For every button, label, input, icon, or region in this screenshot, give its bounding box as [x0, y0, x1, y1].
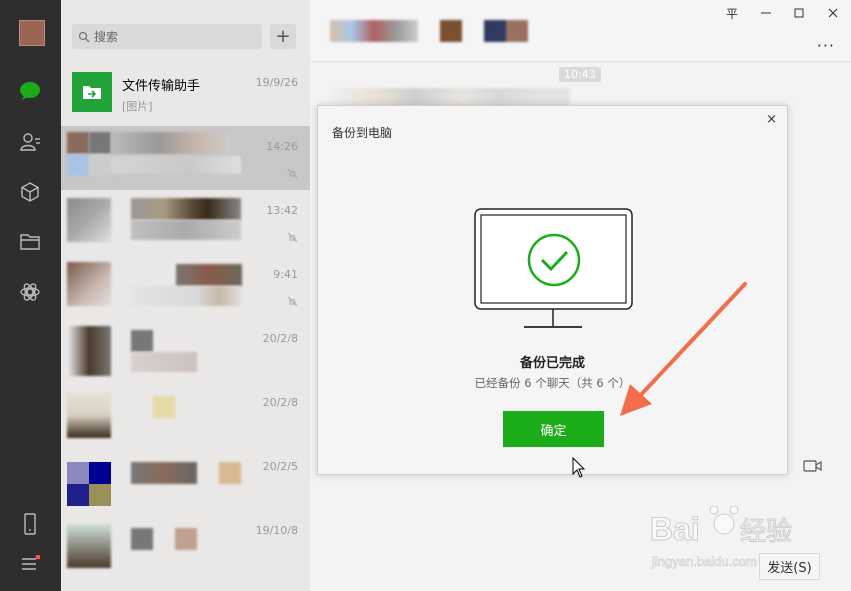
chat-time: 9:41 — [273, 268, 298, 281]
miniprogram-icon[interactable] — [18, 280, 42, 304]
minimize-icon — [761, 12, 771, 14]
chat-preview: [图片] — [122, 100, 153, 113]
search-input[interactable]: 搜索 — [72, 24, 262, 49]
chat-title — [330, 20, 418, 42]
mute-icon — [287, 164, 298, 183]
file-transfer-icon — [72, 72, 112, 112]
list-item[interactable]: 20/2/8 — [61, 382, 310, 446]
chat-header: 平 ··· — [310, 0, 851, 62]
chat-time: 19/10/8 — [255, 524, 298, 537]
watermark-url: jingyan.baidu.com — [651, 554, 757, 569]
confirm-button[interactable]: 确定 — [503, 411, 604, 447]
mute-icon — [287, 228, 298, 247]
search-placeholder: 搜索 — [94, 30, 119, 44]
favorites-icon[interactable] — [18, 180, 42, 204]
maximize-icon — [794, 8, 804, 18]
baidu-watermark-logo: Bai 经验 jingyan.baidu.com — [650, 505, 793, 569]
list-item[interactable]: 20/2/8 — [61, 318, 310, 382]
close-icon — [828, 8, 838, 18]
chat-list: 搜索 + 文件传输助手 [图片] 19/9/26 14:26 13:42 9:4… — [61, 0, 310, 591]
mute-icon — [287, 292, 298, 311]
video-call-icon[interactable] — [803, 458, 823, 478]
menu-icon[interactable] — [18, 552, 42, 576]
pin-button[interactable]: 平 — [720, 4, 744, 22]
list-item[interactable]: 19/10/8 — [61, 510, 310, 574]
message-timestamp: 10:43 — [559, 67, 601, 82]
svg-text:经验: 经验 — [740, 517, 792, 547]
chat-time: 20/2/5 — [262, 460, 298, 473]
phone-icon[interactable] — [18, 512, 42, 536]
list-item[interactable]: 文件传输助手 [图片] 19/9/26 — [61, 62, 310, 126]
chat-time: 20/2/8 — [262, 332, 298, 345]
chat-time: 14:26 — [266, 140, 298, 153]
dialog-title: 备份到电脑 — [332, 126, 393, 140]
chat-name: 文件传输助手 — [122, 79, 201, 94]
maximize-button[interactable] — [787, 4, 811, 22]
mouse-cursor-icon — [572, 457, 586, 478]
list-item[interactable]: 13:42 — [61, 190, 310, 254]
chat-time: 19/9/26 — [255, 76, 298, 89]
close-button[interactable] — [821, 4, 845, 22]
add-chat-button[interactable]: + — [270, 24, 296, 49]
left-nav — [0, 0, 61, 591]
files-icon[interactable] — [18, 230, 42, 254]
chat-time: 13:42 — [266, 204, 298, 217]
chat-icon[interactable] — [18, 79, 42, 103]
chat-time: 20/2/8 — [262, 396, 298, 409]
more-button[interactable]: ··· — [817, 36, 835, 55]
svg-text:Bai: Bai — [650, 511, 700, 547]
list-item[interactable]: 20/2/5 — [61, 446, 310, 510]
annotation-arrow-icon — [620, 282, 747, 416]
search-icon — [78, 31, 90, 42]
dialog-close-button[interactable]: × — [766, 112, 777, 127]
minimize-button[interactable] — [754, 4, 778, 22]
contacts-icon[interactable] — [18, 130, 42, 154]
list-item[interactable]: 9:41 — [61, 254, 310, 318]
list-item[interactable]: 14:26 — [61, 126, 310, 190]
user-avatar[interactable] — [19, 20, 45, 46]
